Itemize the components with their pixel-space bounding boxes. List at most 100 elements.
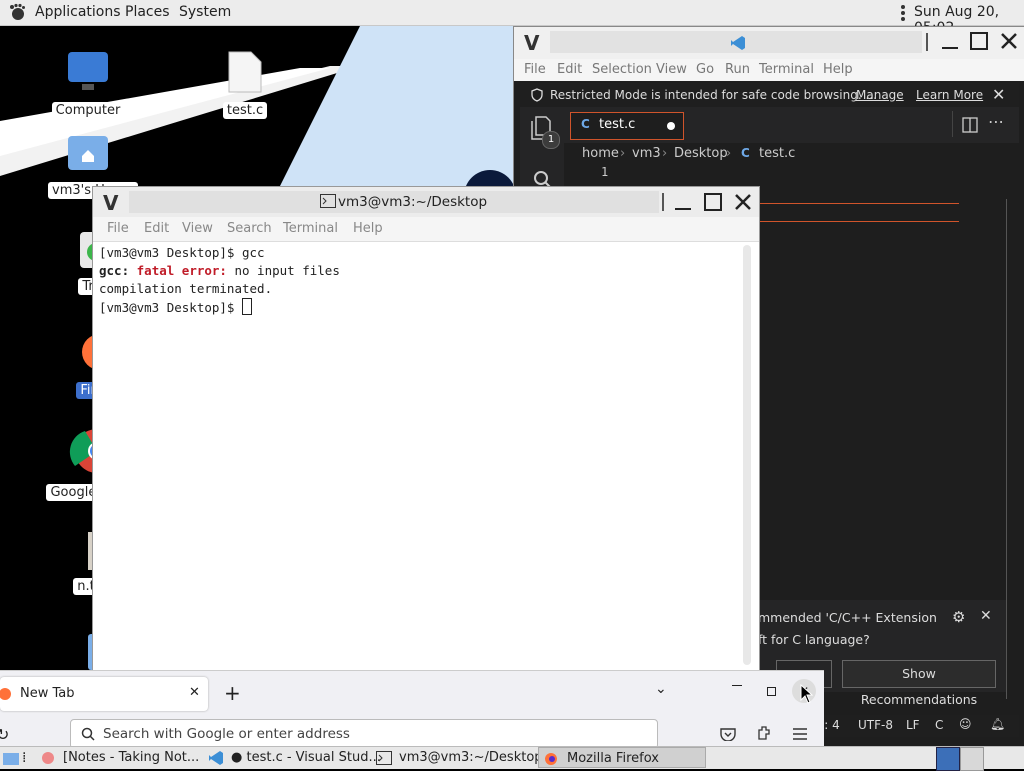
home-folder-icon <box>68 136 108 170</box>
more-actions-icon[interactable]: ⋯ <box>988 112 1004 131</box>
applications-menu[interactable]: Applications <box>35 4 121 20</box>
chevron-right-icon: › <box>726 146 732 161</box>
status-eol[interactable]: LF <box>906 718 920 732</box>
menu-terminal[interactable]: Terminal <box>283 221 338 236</box>
menu-run[interactable]: Run <box>725 62 750 77</box>
crumb-file[interactable]: test.c <box>759 146 795 161</box>
taskbar-item-terminal[interactable]: vm3@vm3:~/Desktop <box>399 747 543 768</box>
split-editor-icon[interactable] <box>962 117 978 133</box>
desktop-icon-label: test.c <box>222 102 268 119</box>
terminal-line: [vm3@vm3 Desktop]$ <box>99 298 252 317</box>
terminal-line: gcc: fatal error: no input files <box>99 262 340 280</box>
notif-line2: ft for C language? <box>758 632 870 647</box>
tab-test-c[interactable]: C test.c <box>570 112 684 140</box>
status-encoding[interactable]: UTF-8 <box>858 718 893 732</box>
terminal-icon <box>320 194 336 208</box>
menu-view[interactable]: View <box>182 221 213 236</box>
notes-app-icon <box>42 752 54 764</box>
learn-more-link[interactable]: Learn More <box>916 88 983 102</box>
chevron-right-icon: › <box>662 146 668 161</box>
close-icon[interactable] <box>999 31 1019 55</box>
close-icon[interactable]: ✕ <box>980 608 992 624</box>
menu-edit[interactable]: Edit <box>144 221 169 236</box>
separator <box>662 193 664 211</box>
places-menu[interactable]: Places <box>125 4 170 20</box>
system-menu[interactable]: System <box>179 4 231 20</box>
taskbar-label: Mozilla Firefox <box>567 751 659 766</box>
terminal-window[interactable]: V vm3@vm3:~/Desktop File Edit View Searc… <box>92 186 760 672</box>
terminal-output[interactable]: [vm3@vm3 Desktop]$ gcc gcc: fatal error:… <box>93 242 741 670</box>
taskbar-item-firefox[interactable]: Mozilla Firefox <box>538 747 706 768</box>
extensions-icon[interactable] <box>756 725 772 741</box>
vscode-titlebar[interactable]: V <box>514 27 1024 59</box>
window-menu-logo[interactable]: V <box>103 191 118 215</box>
menu-terminal[interactable]: Terminal <box>759 62 814 77</box>
scrollbar[interactable] <box>743 245 751 665</box>
chevron-down-icon[interactable]: ⌄ <box>655 681 667 697</box>
workspace-2[interactable] <box>960 747 984 771</box>
c-file-icon: C <box>581 117 590 131</box>
maximize-icon[interactable] <box>969 31 989 55</box>
unsaved-dot-icon[interactable] <box>667 122 675 130</box>
terminal-line: [vm3@vm3 Desktop]$ gcc <box>99 245 265 260</box>
panel-menu-icon[interactable] <box>900 5 906 21</box>
crumb-desktop[interactable]: Desktop <box>674 146 728 161</box>
status-language[interactable]: C <box>935 718 943 732</box>
menu-file[interactable]: File <box>524 62 546 77</box>
error-label: fatal error: <box>136 263 227 278</box>
minimize-icon[interactable] <box>732 685 742 686</box>
menu-search[interactable]: Search <box>227 221 272 236</box>
terminal-line: compilation terminated. <box>99 281 273 296</box>
terminal-titlebar[interactable]: V vm3@vm3:~/Desktop <box>93 187 759 217</box>
firefox-window[interactable]: New Tab ✕ + ⌄ ✕ ↻ Search with Google or … <box>0 670 824 749</box>
notif-line1: mmended 'C/C++ Extension <box>758 610 937 625</box>
taskbar-item-vscode[interactable]: ● test.c - Visual Stud... <box>231 747 381 768</box>
address-placeholder: Search with Google or enter address <box>103 726 350 742</box>
minimize-icon[interactable] <box>940 31 960 55</box>
show-desktop-icon[interactable] <box>2 750 20 766</box>
crumb-vm3[interactable]: vm3 <box>632 146 661 161</box>
maximize-icon[interactable] <box>703 192 723 216</box>
menu-help[interactable]: Help <box>353 221 383 236</box>
mouse-pointer-icon <box>800 684 814 704</box>
tab-close-icon[interactable]: ✕ <box>189 685 200 700</box>
crumb-home[interactable]: home <box>582 146 619 161</box>
feedback-icon[interactable]: ☺ <box>959 717 972 731</box>
new-tab-icon[interactable]: + <box>224 681 241 705</box>
minimize-icon[interactable] <box>673 192 693 216</box>
address-bar[interactable]: Search with Google or enter address <box>70 719 658 749</box>
bell-icon[interactable]: 🔔︎ <box>990 717 1005 731</box>
vscode-menubar: File Edit Selection View Go Run Terminal… <box>514 59 1024 81</box>
reload-icon[interactable]: ↻ <box>0 725 9 744</box>
gnome-foot-icon[interactable] <box>8 3 26 21</box>
editor-rule <box>759 203 959 204</box>
taskbar-item-notes[interactable]: [Notes - Taking Not... <box>63 747 199 768</box>
banner-close-icon[interactable]: ✕ <box>992 85 1005 104</box>
menu-help[interactable]: Help <box>823 62 853 77</box>
scrollbar[interactable] <box>1006 199 1007 699</box>
workspace-1[interactable] <box>936 747 960 771</box>
maximize-icon[interactable] <box>767 687 776 696</box>
close-icon[interactable] <box>733 192 753 216</box>
window-menu-logo[interactable]: V <box>524 31 539 55</box>
editor-tabs: C test.c ⋯ <box>564 107 1019 143</box>
search-icon <box>81 727 95 741</box>
tab-new-tab[interactable]: New Tab ✕ <box>0 677 208 711</box>
menu-file[interactable]: File <box>107 221 129 236</box>
computer-icon <box>68 52 108 90</box>
menu-view[interactable]: View <box>656 62 687 77</box>
show-recommendations-button[interactable]: Show Recommendations <box>842 660 996 707</box>
pocket-icon[interactable] <box>720 727 736 741</box>
hamburger-menu-icon[interactable] <box>792 727 808 741</box>
separator-handle-icon: ⁞ <box>22 750 27 766</box>
gear-icon[interactable]: ⚙ <box>952 608 965 626</box>
menu-go[interactable]: Go <box>696 62 714 77</box>
desktop-icon-computer[interactable]: Computer <box>48 50 128 119</box>
taskbar: ⁞ [Notes - Taking Not... ● test.c - Visu… <box>0 746 1024 771</box>
manage-link[interactable]: Manage <box>856 88 904 102</box>
chevron-right-icon: › <box>620 146 626 161</box>
menu-selection[interactable]: Selection <box>592 62 652 77</box>
c-file-icon: C <box>741 146 750 160</box>
menu-edit[interactable]: Edit <box>557 62 582 77</box>
desktop-icon-test-c[interactable]: test.c <box>205 50 285 119</box>
